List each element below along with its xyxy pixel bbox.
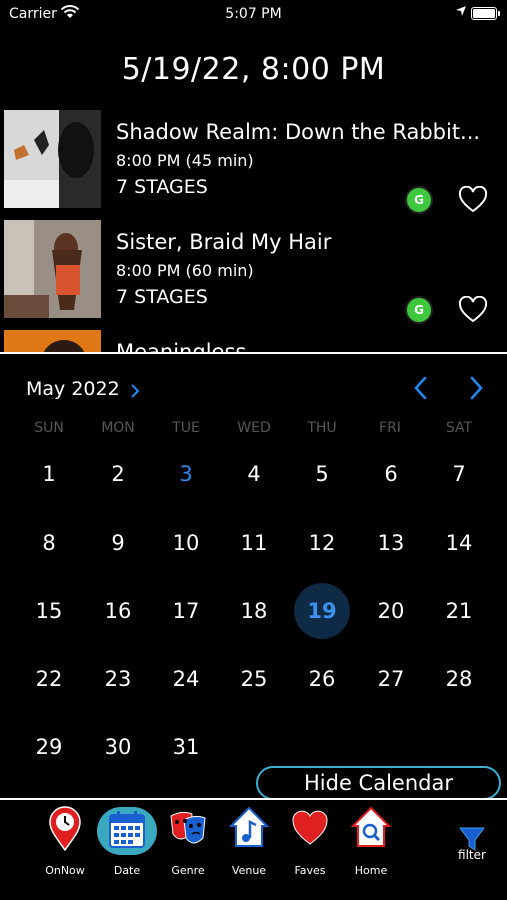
heart-icon[interactable] — [458, 186, 488, 214]
event-thumbnail — [4, 110, 101, 208]
month-year-label[interactable]: May 2022 — [26, 378, 120, 400]
calendar-day[interactable]: 14 — [431, 515, 487, 571]
filter-funnel-icon — [459, 827, 485, 851]
event-title: Shadow Realm: Down the Rabbit... — [116, 120, 481, 144]
calendar-day[interactable]: 1 — [21, 446, 77, 502]
location-arrow-icon — [456, 6, 466, 16]
calendar-day[interactable]: 5 — [294, 446, 350, 502]
event-row[interactable]: Sister, Braid My Hair 8:00 PM (60 min) 7… — [0, 218, 507, 324]
event-row[interactable]: Meaningless — [0, 328, 507, 352]
event-list[interactable]: Shadow Realm: Down the Rabbit... 8:00 PM… — [0, 108, 507, 352]
weekday-label: WED — [237, 420, 271, 436]
calendar-day[interactable]: 31 — [158, 719, 214, 775]
event-venue: 7 STAGES — [116, 286, 208, 308]
weekday-label: MON — [101, 420, 135, 436]
rating-badge: G — [405, 186, 433, 214]
tab-date[interactable]: Date — [96, 806, 158, 886]
tab-genre[interactable]: Genre — [157, 806, 219, 886]
weekday-label: SAT — [445, 420, 473, 436]
calendar-day[interactable]: 4 — [226, 446, 282, 502]
calendar-day[interactable]: 20 — [363, 583, 419, 639]
calendar-icon — [109, 811, 145, 848]
venue-house-music-icon — [229, 806, 269, 847]
calendar-day[interactable]: 7 — [431, 446, 487, 502]
weekday-label: FRI — [379, 420, 401, 436]
weekday-label: TUE — [172, 420, 200, 436]
previous-month-button[interactable] — [410, 374, 432, 402]
theater-masks-icon — [170, 811, 206, 844]
tab-faves[interactable]: Faves — [279, 806, 341, 886]
calendar-day[interactable]: 30 — [90, 719, 146, 775]
battery-icon — [471, 7, 500, 20]
heart-icon — [292, 810, 328, 845]
tab-label: Genre — [171, 864, 205, 877]
weekday-label: THU — [307, 420, 337, 436]
calendar-day[interactable]: 12 — [294, 515, 350, 571]
tab-label: Faves — [294, 864, 326, 877]
event-thumbnail — [4, 220, 101, 318]
tab-onnow[interactable]: OnNow — [34, 806, 96, 886]
calendar-day[interactable]: 10 — [158, 515, 214, 571]
tab-filter[interactable]: filter — [441, 806, 503, 886]
tab-venue[interactable]: Venue — [218, 806, 280, 886]
calendar-day[interactable]: 24 — [158, 651, 214, 707]
calendar-day[interactable]: 6 — [363, 446, 419, 502]
tab-label: Home — [354, 864, 388, 877]
calendar-day[interactable]: 15 — [21, 583, 77, 639]
event-row[interactable]: Shadow Realm: Down the Rabbit... 8:00 PM… — [0, 108, 507, 214]
calendar-day[interactable]: 8 — [21, 515, 77, 571]
calendar-day[interactable]: 2 — [90, 446, 146, 502]
tab-home[interactable]: Home — [340, 806, 402, 886]
calendar-day[interactable]: 16 — [90, 583, 146, 639]
event-thumbnail — [4, 330, 101, 352]
calendar-day[interactable]: 29 — [21, 719, 77, 775]
tab-label: filter — [458, 848, 486, 862]
calendar-day[interactable]: 17 — [158, 583, 214, 639]
weekday-header: SUN MON TUE WED THU FRI SAT — [0, 420, 507, 440]
hide-calendar-button[interactable]: Hide Calendar — [256, 766, 501, 800]
calendar-day[interactable]: 13 — [363, 515, 419, 571]
event-title: Meaningless — [116, 340, 247, 352]
event-time: 8:00 PM (60 min) — [116, 261, 254, 280]
calendar-panel: May 2022 SUN MON TUE WED THU FRI SAT 123456789… — [0, 354, 507, 800]
event-title: Sister, Braid My Hair — [116, 230, 332, 254]
tab-bar: OnNow Date Genre Venue Faves Home filter — [0, 800, 507, 900]
calendar-day[interactable]: 9 — [90, 515, 146, 571]
status-time: 5:07 PM — [225, 6, 282, 22]
rating-badge: G — [405, 296, 433, 324]
weekday-label: SUN — [34, 420, 64, 436]
tab-label: OnNow — [45, 864, 85, 877]
heart-icon[interactable] — [458, 296, 488, 324]
tab-label: Date — [113, 864, 141, 877]
event-venue: 7 STAGES — [116, 176, 208, 198]
event-time: 8:00 PM (45 min) — [116, 151, 254, 170]
calendar-day[interactable]: 27 — [363, 651, 419, 707]
calendar-day[interactable]: 23 — [90, 651, 146, 707]
calendar-day[interactable]: 18 — [226, 583, 282, 639]
status-bar: Carrier 5:07 PM — [0, 0, 507, 28]
calendar-day[interactable]: 28 — [431, 651, 487, 707]
calendar-day[interactable]: 21 — [431, 583, 487, 639]
location-clock-icon — [49, 806, 81, 852]
chevron-right-icon[interactable] — [129, 383, 141, 399]
calendar-day[interactable]: 22 — [21, 651, 77, 707]
tab-label: Venue — [231, 864, 267, 877]
calendar-day[interactable]: 26 — [294, 651, 350, 707]
selected-datetime-title: 5/19/22, 8:00 PM — [121, 52, 386, 87]
calendar-day[interactable]: 11 — [226, 515, 282, 571]
calendar-day[interactable]: 19 — [294, 583, 350, 639]
next-month-button[interactable] — [465, 374, 487, 402]
calendar-day[interactable]: 25 — [226, 651, 282, 707]
home-search-icon — [351, 806, 391, 847]
calendar-day[interactable]: 3 — [158, 446, 214, 502]
